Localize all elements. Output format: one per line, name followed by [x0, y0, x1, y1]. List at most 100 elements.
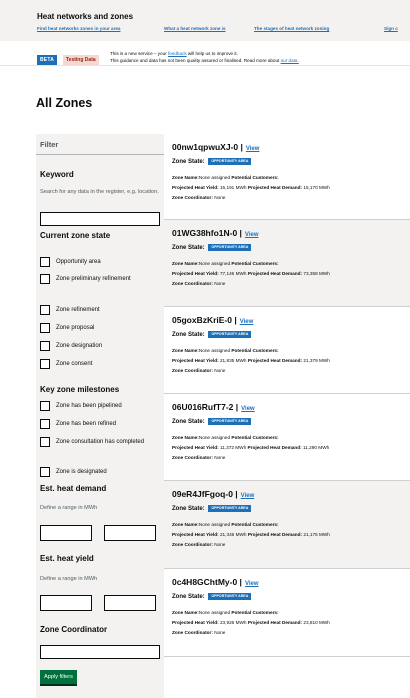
zone-coordinator-value: None: [214, 455, 226, 460]
nav-link-zoning-stages[interactable]: The stages of heat network zoning: [254, 26, 329, 31]
testing-data-tag: Testing Data: [63, 55, 99, 65]
zone-state-label: Zone State:: [172, 594, 205, 601]
zone-coordinator-value: None: [214, 542, 226, 547]
zone-results-list: 00nw1qpwuXJ-0 | View Zone State: OPPORTUN…: [164, 134, 410, 698]
zone-coordinator-input[interactable]: [40, 645, 160, 659]
zone-id-text: 0c4H8GChtMy-0 |: [172, 577, 242, 587]
heat-demand-min-input[interactable]: [40, 525, 92, 541]
heat-demand-label: Projected Heat Demand:: [247, 532, 303, 537]
zone-heat-line: Projected Heat Yield: 11,372 MWh Project…: [172, 445, 329, 450]
filter-panel: Filter Keyword Search for any data in th…: [36, 134, 164, 698]
zone-coordinator-label: Zone Coordinator:: [172, 195, 213, 200]
beta-tag: BETA: [37, 55, 58, 65]
heat-yield-label: Projected Heat Yield:: [172, 358, 219, 363]
heat-demand-value: 11,290 MWh: [303, 445, 330, 450]
view-link[interactable]: View: [246, 146, 260, 152]
zone-state: Zone State: OPPORTUNITY AREA: [172, 158, 252, 166]
feedback-link[interactable]: feedback: [168, 51, 187, 56]
checkbox[interactable]: [40, 257, 50, 267]
zone-name-label: Zone Name:: [172, 261, 199, 266]
checkbox[interactable]: [40, 341, 50, 351]
page-title: All Zones: [36, 96, 93, 110]
heat-demand-label: Projected Heat Demand:: [247, 271, 303, 276]
service-name[interactable]: Heat networks and zones: [37, 12, 133, 21]
view-link[interactable]: View: [241, 406, 255, 412]
apply-filters-button[interactable]: Apply filters: [40, 670, 77, 684]
heat-yield-value: 77,146 MWh: [219, 271, 247, 276]
nav-link-find-zones[interactable]: Find heat networks zones in your area: [37, 26, 120, 31]
zone-coordinator-line: Zone Coordinator: None: [172, 630, 225, 635]
zone-coordinator-label: Zone Coordinator:: [172, 368, 213, 373]
zone-coordinator-label: Zone Coordinator:: [172, 630, 213, 635]
our-data-link[interactable]: our data.: [281, 58, 299, 63]
view-link[interactable]: View: [245, 581, 259, 587]
zone-name-value: None assigned: [198, 261, 231, 266]
checkbox[interactable]: [40, 419, 50, 429]
checkbox[interactable]: [40, 274, 50, 284]
zone-name-line: Zone Name:None assigned Potential Custom…: [172, 261, 279, 266]
heat-demand-value: 15,170 MWh: [303, 185, 330, 190]
checkbox[interactable]: [40, 359, 50, 369]
zone-state-label: Zone State:: [172, 506, 205, 513]
milestones-label: Key zone milestones: [40, 385, 120, 394]
nav-link-what-is-zone[interactable]: What a heat network zone is: [164, 26, 226, 31]
zone-state-tag: OPPORTUNITY AREA: [208, 418, 252, 425]
zone-coordinator-line: Zone Coordinator: None: [172, 455, 225, 460]
zone-id-text: 06U016RufT7-2 |: [172, 402, 239, 412]
site-header: Heat networks and zones Find heat networ…: [0, 0, 410, 41]
zone-state-tag: OPPORTUNITY AREA: [208, 331, 252, 338]
heat-yield-value: 11,372 MWh: [219, 445, 247, 450]
heat-yield-min-input[interactable]: [40, 595, 92, 611]
heat-demand-hint: Define a range in MWh: [40, 505, 98, 511]
checkbox-label: Zone has been refined: [56, 421, 117, 427]
potential-customers-label: Potential Customers:: [231, 175, 279, 180]
checkbox[interactable]: [40, 323, 50, 333]
checkbox[interactable]: [40, 305, 50, 315]
nav-link-sign[interactable]: Sign c: [384, 26, 398, 31]
zone-id-text: 09eR4JfFgoq-0 |: [172, 489, 238, 499]
view-link[interactable]: View: [241, 493, 255, 499]
checkbox[interactable]: [40, 437, 50, 447]
zone-id-text: 05goxBzKriE-0 |: [172, 315, 237, 325]
zone-coordinator-label: Zone Coordinator:: [172, 281, 213, 286]
zone-heat-line: Projected Heat Yield: 21,835 MWh Project…: [172, 358, 330, 363]
zone-card: 00nw1qpwuXJ-0 | View Zone State: OPPORTUN…: [164, 134, 410, 220]
zone-name-label: Zone Name:: [172, 348, 199, 353]
zone-state-tag: OPPORTUNITY AREA: [208, 505, 252, 512]
zone-name-line: Zone Name:None assigned Potential Custom…: [172, 348, 279, 353]
heat-yield-hint: Define a range in MWh: [40, 576, 98, 582]
zone-name-line: Zone Name:None assigned Potential Custom…: [172, 610, 279, 615]
checkbox[interactable]: [40, 401, 50, 411]
heat-demand-max-input[interactable]: [104, 525, 156, 541]
zone-state-label: Zone State:: [172, 332, 205, 339]
heat-yield-label: Projected Heat Yield:: [172, 532, 219, 537]
zone-name-line: Zone Name:None assigned Potential Custom…: [172, 175, 279, 180]
heat-demand-value: 73,358 MWh: [303, 271, 330, 276]
filter-title: Filter: [40, 140, 59, 149]
checkbox-label: Zone consent: [56, 361, 93, 367]
zone-name-value: None assigned: [198, 348, 231, 353]
checkbox-label: Zone proposal: [56, 325, 95, 331]
heat-yield-label: Projected Heat Yield:: [172, 445, 219, 450]
zone-state-tag: OPPORTUNITY AREA: [208, 158, 252, 165]
heat-demand-label: Projected Heat Demand:: [247, 358, 303, 363]
checkbox-label: Zone is designated: [56, 469, 107, 475]
heat-yield-max-input[interactable]: [104, 595, 156, 611]
zone-name-label: Zone Name:: [172, 522, 199, 527]
banner-line2-text: This guidance and data has not been qual…: [110, 58, 280, 63]
zone-id: 0c4H8GChtMy-0 | View: [172, 577, 259, 587]
zone-state-label: Zone State:: [172, 159, 205, 166]
filter-header: Filter: [36, 134, 164, 155]
view-link[interactable]: View: [245, 232, 259, 238]
checkbox[interactable]: [40, 467, 50, 477]
heat-yield-label: Projected Heat Yield:: [172, 271, 219, 276]
keyword-input[interactable]: [40, 212, 160, 226]
zone-name-value: None assigned: [198, 522, 231, 527]
potential-customers-label: Potential Customers:: [231, 261, 279, 266]
zone-state-label: Zone State:: [172, 419, 205, 426]
view-link[interactable]: View: [240, 319, 254, 325]
keyword-label: Keyword: [40, 170, 74, 179]
zone-state: Zone State: OPPORTUNITY AREA: [172, 593, 252, 601]
zone-card: 0c4H8GChtMy-0 | View Zone State: OPPORTUN…: [164, 569, 410, 657]
keyword-hint: Search for any data in the register, e.g…: [40, 189, 159, 195]
